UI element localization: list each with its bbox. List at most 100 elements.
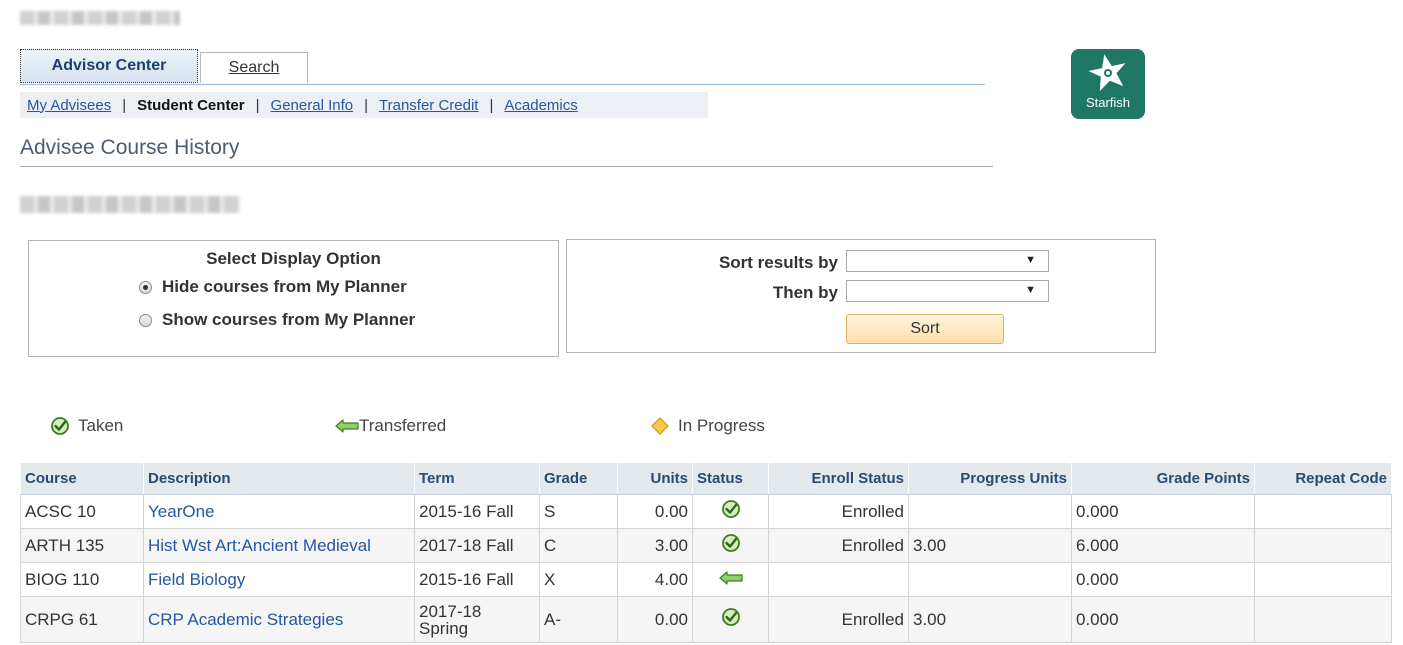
sort-by-select[interactable]: ▼	[846, 250, 1049, 272]
title-divider	[20, 166, 993, 167]
transferred-icon	[335, 419, 359, 433]
page-title: Advisee Course History	[20, 136, 240, 159]
cell-enroll-status: Enrolled	[768, 528, 909, 563]
subnav-student-center[interactable]: Student Center	[137, 97, 245, 114]
cell-description-link[interactable]: Hist Wst Art:Ancient Medieval	[143, 528, 415, 563]
cell-units: 4.00	[617, 562, 693, 597]
starfish-label: Starfish	[1085, 95, 1131, 110]
redacted-text-top	[20, 11, 180, 25]
cell-grade-points: 0.000	[1071, 494, 1255, 529]
cell-progress-units: 3.00	[908, 596, 1072, 643]
subnav-transfer-credit[interactable]: Transfer Credit	[379, 97, 478, 114]
radio-show-planner-row[interactable]: Show courses from My Planner	[139, 310, 415, 330]
sort-by-label: Sort results by	[718, 253, 838, 272]
cell-term: 2017-18 Spring	[414, 596, 540, 643]
cell-repeat-code	[1254, 562, 1392, 597]
subnav-separator: |	[364, 96, 368, 114]
cell-course: BIOG 110	[20, 562, 144, 597]
col-header-repeat-code[interactable]: Repeat Code	[1254, 462, 1392, 495]
cell-status	[692, 596, 769, 643]
cell-enroll-status	[768, 562, 909, 597]
taken-icon	[721, 608, 740, 626]
starfish-icon	[1088, 54, 1126, 92]
subnav-my-advisees[interactable]: My Advisees	[27, 97, 111, 114]
tab-search-label: Search	[228, 59, 280, 76]
legend-in-progress-label: In Progress	[678, 416, 765, 435]
cell-course: CRPG 61	[20, 596, 144, 643]
col-header-status[interactable]: Status	[692, 462, 769, 495]
then-by-select[interactable]: ▼	[846, 280, 1049, 302]
main-tabs: Advisor Center Search	[20, 49, 985, 85]
display-option-title: Select Display Option	[206, 249, 381, 268]
table-row: BIOG 110 Field Biology 2015-16 Fall X 4.…	[20, 562, 1392, 597]
dropdown-arrow-icon: ▼	[1025, 284, 1036, 296]
cell-course: ACSC 10	[20, 494, 144, 529]
tab-advisor-center[interactable]: Advisor Center	[20, 49, 198, 83]
cell-term: 2015-16 Fall	[414, 494, 540, 529]
tab-search[interactable]: Search	[200, 52, 308, 83]
cell-grade: X	[539, 562, 618, 597]
sort-panel: Sort results by ▼ Then by ▼ Sort	[566, 239, 1156, 353]
legend-taken-label: Taken	[78, 416, 124, 435]
cell-grade: S	[539, 494, 618, 529]
subnav-academics[interactable]: Academics	[504, 97, 577, 114]
legend-transferred-label: Transferred	[359, 416, 447, 435]
cell-repeat-code	[1254, 528, 1392, 563]
radio-hide-planner-row[interactable]: Hide courses from My Planner	[139, 277, 407, 297]
table-row: CRPG 61 CRP Academic Strategies 2017-18 …	[20, 596, 1392, 643]
subnav-separator: |	[489, 96, 494, 114]
col-header-grade-points[interactable]: Grade Points	[1071, 462, 1255, 495]
cell-description-link[interactable]: Field Biology	[143, 562, 415, 597]
cell-repeat-code	[1254, 494, 1392, 529]
cell-course: ARTH 135	[20, 528, 144, 563]
cell-description-link[interactable]: YearOne	[143, 494, 415, 529]
cell-grade-points: 0.000	[1071, 596, 1255, 643]
table-header-row: Course Description Term Grade Units Stat…	[20, 462, 1392, 495]
cell-term: 2017-18 Fall	[414, 528, 540, 563]
legend-transferred: Transferred	[335, 416, 446, 436]
cell-grade: A-	[539, 596, 618, 643]
cell-units: 0.00	[617, 596, 693, 643]
display-option-panel: Select Display Option Hide courses from …	[28, 240, 559, 357]
radio-show-planner-label: Show courses from My Planner	[162, 310, 416, 329]
subnav-separator: |	[255, 96, 260, 114]
course-history-table: Course Description Term Grade Units Stat…	[20, 462, 1392, 643]
redacted-student-name	[20, 196, 240, 213]
radio-hide-planner[interactable]	[139, 280, 152, 294]
col-header-progress-units[interactable]: Progress Units	[908, 462, 1072, 495]
cell-grade-points: 6.000	[1071, 528, 1255, 563]
cell-enroll-status: Enrolled	[768, 494, 909, 529]
subnav-general-info[interactable]: General Info	[271, 97, 354, 114]
col-header-course[interactable]: Course	[20, 462, 144, 495]
col-header-term[interactable]: Term	[414, 462, 540, 495]
legend-taken: Taken	[50, 416, 123, 436]
table-row: ACSC 10 YearOne 2015-16 Fall S 0.00 Enro…	[20, 494, 1392, 529]
radio-show-planner[interactable]	[139, 313, 152, 327]
col-header-description[interactable]: Description	[143, 462, 415, 495]
cell-progress-units	[908, 494, 1072, 529]
taken-icon	[721, 500, 740, 518]
col-header-enroll-status[interactable]: Enroll Status	[768, 462, 909, 495]
cell-progress-units	[908, 562, 1072, 597]
cell-description-link[interactable]: CRP Academic Strategies	[143, 596, 415, 643]
in-progress-icon	[650, 416, 670, 436]
cell-status	[692, 528, 769, 563]
cell-enroll-status: Enrolled	[768, 596, 909, 643]
tab-baseline	[20, 84, 985, 85]
subnav-bar: My Advisees | Student Center | General I…	[20, 92, 708, 118]
col-header-grade[interactable]: Grade	[539, 462, 618, 495]
cell-units: 0.00	[617, 494, 693, 529]
cell-status	[692, 494, 769, 529]
cell-grade-points: 0.000	[1071, 562, 1255, 597]
then-by-label: Then by	[772, 283, 838, 302]
legend-in-progress: In Progress	[650, 416, 765, 436]
cell-units: 3.00	[617, 528, 693, 563]
taken-icon	[721, 534, 740, 552]
transferred-icon	[718, 570, 743, 585]
taken-icon	[50, 416, 70, 436]
cell-repeat-code	[1254, 596, 1392, 643]
starfish-logo[interactable]: Starfish	[1071, 49, 1145, 119]
sort-button[interactable]: Sort	[846, 314, 1004, 344]
col-header-units[interactable]: Units	[617, 462, 693, 495]
table-row: ARTH 135 Hist Wst Art:Ancient Medieval 2…	[20, 528, 1392, 563]
